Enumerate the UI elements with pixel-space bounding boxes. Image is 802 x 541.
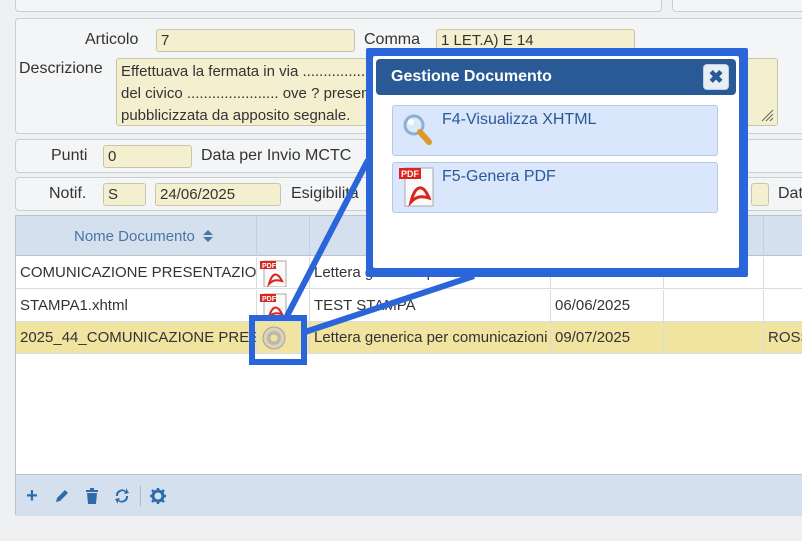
close-icon[interactable]: ✖ [703,64,729,90]
visualizza-xhtml-label: F4-Visualizza XHTML [442,111,597,128]
genera-pdf-button[interactable]: PDF F5-Genera PDF [392,162,718,213]
magnifier-icon [403,114,432,145]
dialog-title-bar[interactable]: Gestione Documento ✖ [376,59,736,95]
annotation-line [304,273,475,335]
annotation-highlight-box [249,315,307,365]
visualizza-xhtml-button[interactable]: F4-Visualizza XHTML [392,105,718,156]
gestione-documento-dialog: Gestione Documento ✖ F4-Visualizza XHTML… [373,56,739,268]
svg-text:PDF: PDF [401,169,420,179]
pdf-icon: PDF [399,167,434,207]
gestione-documento-dialog-frame: Gestione Documento ✖ F4-Visualizza XHTML… [366,48,748,277]
dialog-title: Gestione Documento [391,68,552,85]
genera-pdf-label: F5-Genera PDF [442,168,556,185]
annotation-line [284,158,371,318]
